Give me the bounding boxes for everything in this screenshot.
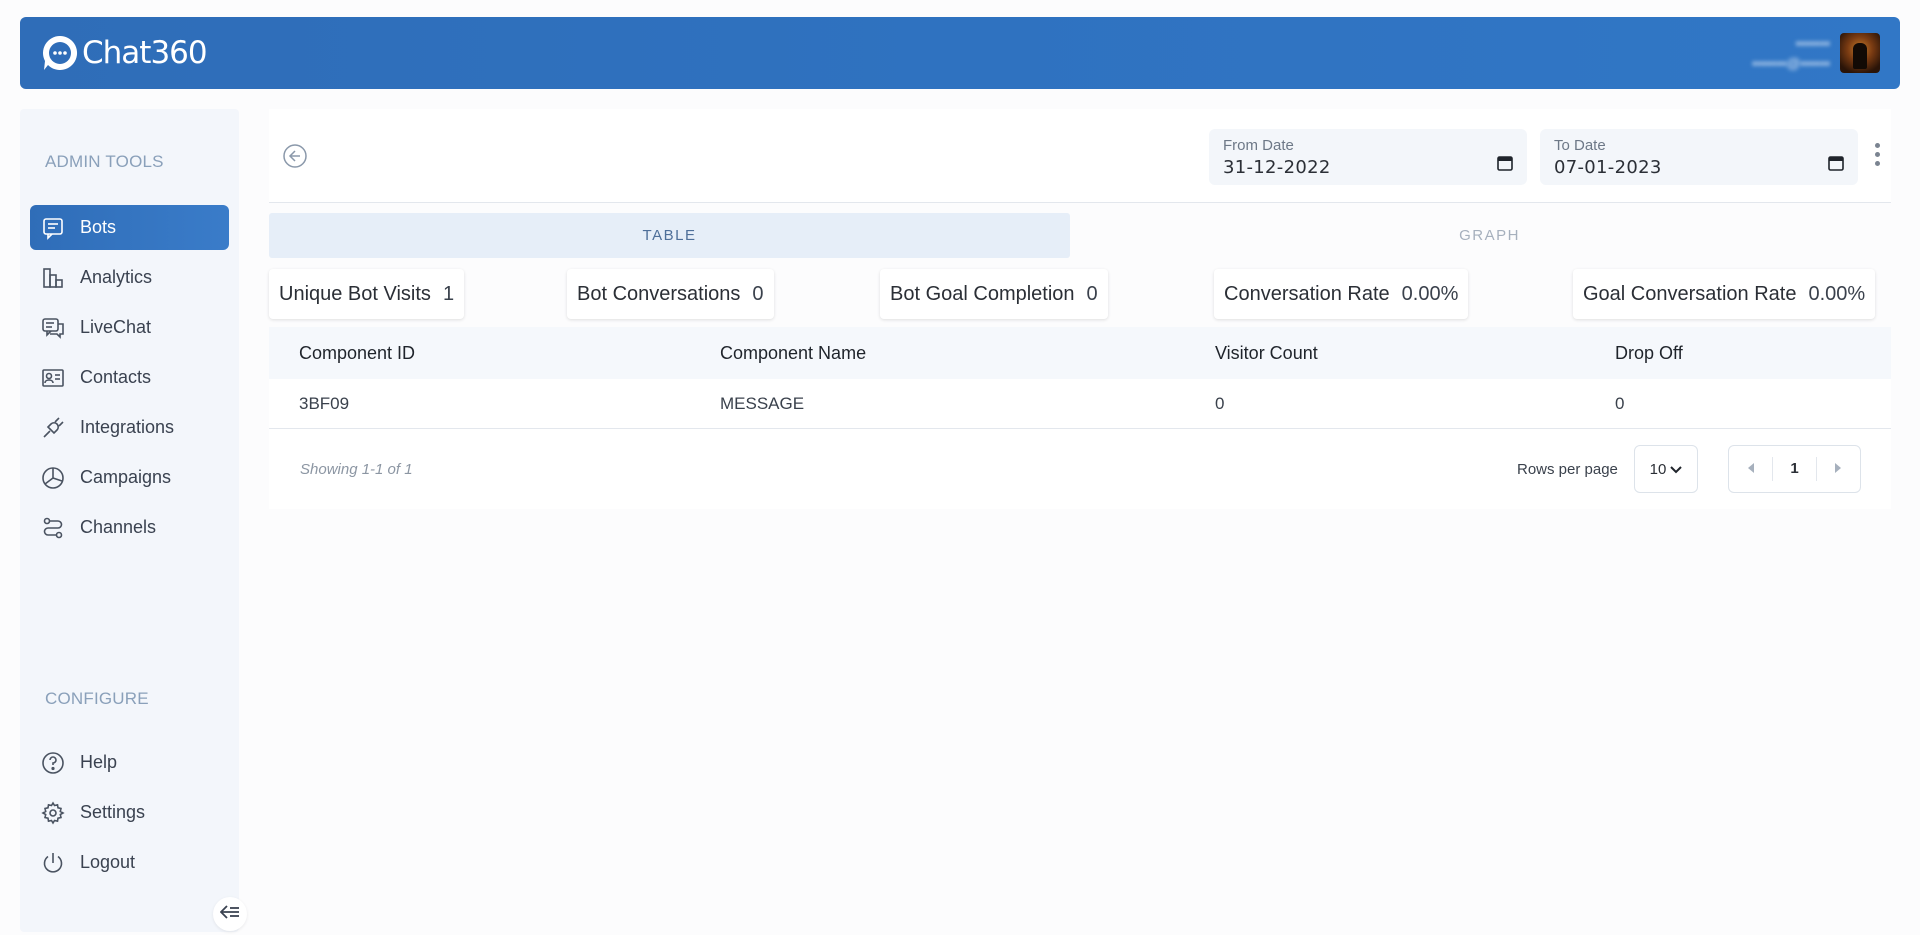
back-button[interactable] [282,143,308,169]
metric-label: Conversation Rate [1224,282,1390,305]
drop-off-cell: 0 [1615,393,1625,413]
admin-tools-heading: ADMIN TOOLS [45,152,164,171]
visitor-count-cell: 0 [1215,393,1225,413]
bots-icon [40,215,66,241]
sidebar-item-label: Settings [80,802,146,822]
channels-icon [40,515,66,541]
user-info: ••••••• •••••••@•••••• [1752,33,1830,73]
sidebar-item-livechat[interactable]: LiveChat [30,305,229,350]
brand-name: Chat360 [82,35,208,71]
metric-value: 0.00% [1808,282,1866,305]
filter-bar: From Date 31-12-2022 To Date 07-01-2023 [269,109,1891,203]
component-id-cell: 3BF09 [299,393,350,413]
metric-value: 0.00% [1401,282,1459,305]
prev-page-button[interactable] [1729,446,1772,492]
metric-card: Goal Conversation Rate 0.00% [1573,269,1876,319]
metric-value: 0 [1086,282,1098,305]
rows-per-page-value: 10 [1649,460,1667,478]
current-page[interactable]: 1 [1772,457,1817,481]
metric-label: Bot Goal Completion [890,282,1075,305]
configure-heading: CONFIGURE [45,689,149,708]
analytics-icon [40,265,66,291]
to-date-label: To Date [1554,137,1606,154]
user-email: •••••••@•••••• [1752,55,1830,71]
calendar-icon[interactable] [1497,155,1513,171]
sidebar-item-label: Contacts [80,367,152,387]
metric-label: Unique Bot Visits [279,282,431,305]
metric-card: Conversation Rate 0.00% [1214,269,1469,319]
more-options-icon[interactable] [1872,143,1882,171]
main-content: From Date 31-12-2022 To Date 07-01-2023 … [269,109,1891,509]
to-date-value[interactable]: 07-01-2023 [1554,157,1844,178]
user-name: ••••••• [1795,35,1830,51]
component-name-cell: MESSAGE [720,393,805,413]
sidebar-item-label: Integrations [80,417,175,437]
metric-label: Bot Conversations [577,282,741,305]
table-row[interactable]: 3BF09 MESSAGE 0 0 [269,379,1891,429]
sidebar-item-label: Analytics [80,267,153,287]
metric-card: Bot Conversations 0 [567,269,774,319]
to-date-field[interactable]: To Date 07-01-2023 [1540,129,1858,185]
sidebar-item-analytics[interactable]: Analytics [30,255,229,300]
gear-icon [40,800,66,826]
from-date-field[interactable]: From Date 31-12-2022 [1209,129,1527,185]
column-header[interactable]: Component ID [299,343,415,364]
back-arrow-icon [282,144,308,173]
metric-value: 0 [752,282,764,305]
metric-card: Bot Goal Completion 0 [880,269,1108,319]
sidebar-item-contacts[interactable]: Contacts [30,355,229,400]
sidebar-item-label: Campaigns [80,467,172,487]
sidebar-item-help[interactable]: Help [30,740,229,785]
sidebar-item-integrations[interactable]: Integrations [30,405,229,450]
sidebar-item-label: Logout [80,852,136,872]
components-table: Component ID Component Name Visitor Coun… [269,327,1891,429]
next-page-button[interactable] [1817,446,1860,492]
chat-bubble-icon [40,33,80,73]
sidebar-item-bots[interactable]: Bots [30,205,229,250]
from-date-value[interactable]: 31-12-2022 [1223,157,1513,178]
sidebar-item-channels[interactable]: Channels [30,505,229,550]
top-header: Chat360 ••••••• •••••••@•••••• [20,17,1900,89]
tab-table[interactable]: TABLE [269,213,1070,258]
pie-icon [40,465,66,491]
caret-right-icon [1835,460,1842,478]
avatar[interactable] [1840,33,1880,73]
rows-per-page-select[interactable]: 10 [1634,445,1698,493]
metric-card: Unique Bot Visits 1 [269,269,465,319]
livechat-icon [40,315,66,341]
calendar-icon[interactable] [1828,155,1844,171]
pagination: 1 [1728,445,1861,493]
column-header[interactable]: Component Name [720,343,866,364]
column-header[interactable]: Visitor Count [1215,343,1318,364]
sidebar-item-label: Channels [80,517,157,537]
metric-value: 1 [442,282,455,305]
collapse-arrow-icon [219,904,240,924]
brand-logo[interactable]: Chat360 [40,33,208,73]
caret-left-icon [1747,460,1754,478]
sidebar-item-label: Help [80,752,118,772]
plug-icon [40,415,66,441]
tab-graph[interactable]: GRAPH [1089,213,1890,258]
metric-label: Goal Conversation Rate [1583,282,1797,305]
table-header: Component ID Component Name Visitor Coun… [269,327,1891,379]
sidebar-item-campaigns[interactable]: Campaigns [30,455,229,500]
sidebar: ADMIN TOOLS Bots Analytics LiveChat Cont… [20,109,239,932]
view-tabs: TABLE GRAPH [269,213,1891,258]
power-icon [40,850,66,876]
collapse-sidebar-button[interactable] [213,897,247,931]
rows-per-page-label: Rows per page [1517,461,1618,478]
user-menu[interactable]: ••••••• •••••••@•••••• [1752,33,1880,73]
table-footer: Showing 1-1 of 1 Rows per page 10 1 [269,429,1891,509]
chevron-down-icon [1670,461,1683,478]
column-header[interactable]: Drop Off [1615,343,1683,364]
sidebar-item-label: Bots [80,217,117,237]
sidebar-item-settings[interactable]: Settings [30,790,229,835]
showing-count: Showing 1-1 of 1 [300,461,413,478]
from-date-label: From Date [1223,137,1294,154]
sidebar-item-logout[interactable]: Logout [30,840,229,885]
help-icon [40,750,66,776]
contacts-icon [40,365,66,391]
sidebar-item-label: LiveChat [80,317,152,337]
